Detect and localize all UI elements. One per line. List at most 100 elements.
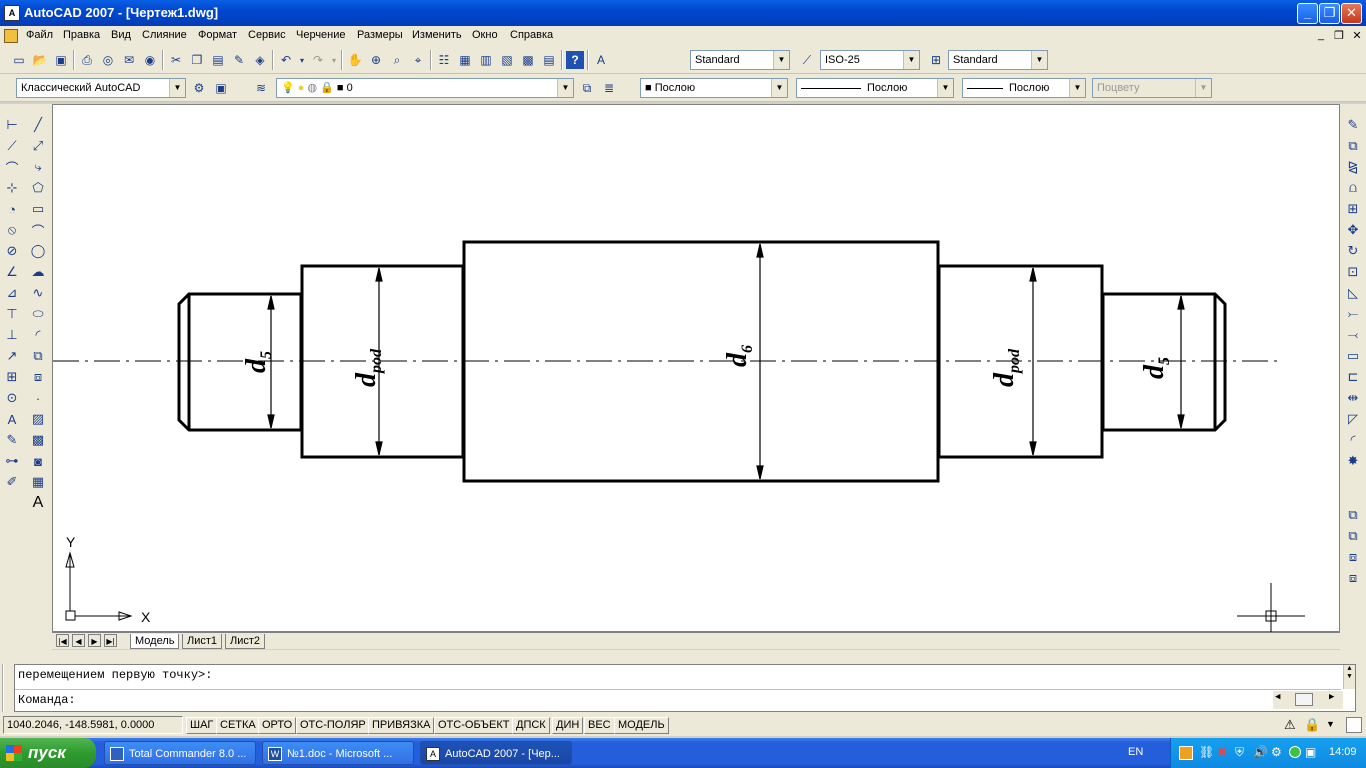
circle-icon[interactable]: ◯ [28, 241, 48, 261]
dim-text-edit-icon[interactable]: ✎ [2, 430, 22, 450]
fillet-icon[interactable]: ◜ [1343, 430, 1363, 450]
scale-icon[interactable]: ⊡ [1343, 262, 1363, 282]
scroll-left-icon[interactable]: ◀ [1275, 692, 1280, 702]
polygon-icon[interactable]: ⬠ [28, 178, 48, 198]
quick-leader-icon[interactable]: ↗ [2, 346, 22, 366]
prev-tab-icon[interactable]: ◀ [72, 634, 85, 647]
maximize-button[interactable]: ❐ [1319, 3, 1340, 24]
undo-dropdown-icon[interactable]: ▾ [298, 51, 306, 69]
array-icon[interactable]: ⊞ [1343, 199, 1363, 219]
continue-dim-icon[interactable]: ⊥ [2, 325, 22, 345]
table-style-select[interactable]: Standard ▼ [948, 50, 1048, 70]
zoom-window-icon[interactable]: ⌕ [388, 51, 406, 69]
gradient-icon[interactable]: ▩ [28, 430, 48, 450]
model-toggle[interactable]: МОДЕЛЬ [614, 717, 669, 734]
tab-model[interactable]: Модель [130, 634, 180, 649]
status-green-icon[interactable] [1289, 746, 1301, 758]
bring-above-icon[interactable]: ⧈ [1343, 547, 1363, 567]
make-block-icon[interactable]: ⧈ [28, 367, 48, 387]
menu-window[interactable]: Окно [472, 29, 498, 41]
make-current-layer-icon[interactable]: ⧉ [578, 79, 596, 97]
layer-select[interactable]: 💡 ● ◍ 🔒 ■ 0 ▼ [276, 78, 574, 98]
dyn-toggle[interactable]: ДИН [552, 717, 584, 734]
minimize-button[interactable]: _ [1297, 3, 1318, 24]
antivirus-icon[interactable]: ⛨ [1235, 745, 1244, 760]
dim-edit-icon[interactable]: A [2, 409, 22, 429]
save-icon[interactable]: ▣ [52, 51, 70, 69]
task-autocad[interactable]: A AutoCAD 2007 - [Чер... [420, 741, 572, 765]
sheet-set-icon[interactable]: ▧ [498, 51, 516, 69]
menu-edit[interactable]: Правка [63, 29, 100, 41]
radius-dim-icon[interactable]: ◔ [2, 199, 22, 219]
dim-style-tool-icon[interactable]: ✐ [2, 472, 22, 492]
copy-object-icon[interactable]: ⧉ [1343, 136, 1363, 156]
plot-icon[interactable]: ⎙ [78, 51, 96, 69]
layer-properties-icon[interactable]: ≋ [252, 79, 270, 97]
color-select[interactable]: ■ Послою ▼ [640, 78, 788, 98]
next-tab-icon[interactable]: ▶ [88, 634, 101, 647]
tab-layout1[interactable]: Лист1 [182, 634, 223, 649]
trim-icon[interactable]: ⤚ [1343, 304, 1363, 324]
last-tab-icon[interactable]: ▶| [104, 634, 117, 647]
jogged-dim-icon[interactable]: ⦸ [2, 220, 22, 240]
text-style-icon[interactable]: A [592, 51, 610, 69]
join-icon[interactable]: ⇹ [1343, 388, 1363, 408]
lwt-toggle[interactable]: ВЕС [584, 717, 615, 734]
insert-block-icon[interactable]: ⧉ [28, 346, 48, 366]
menu-format[interactable]: Формат [198, 29, 237, 41]
open-icon[interactable]: 📂 [31, 51, 49, 69]
ortho-toggle[interactable]: ОРТО [258, 717, 297, 734]
redo-icon[interactable]: ↷ [309, 51, 327, 69]
help-icon[interactable]: ? [566, 51, 584, 69]
arc-icon[interactable]: ⌒ [28, 220, 48, 240]
linear-dim-icon[interactable]: ⊢ [2, 115, 22, 135]
command-scrollbar[interactable]: ▲ ▼ [1343, 665, 1355, 689]
otrack-toggle[interactable]: ОТС-ОБЪЕКТ [434, 717, 514, 734]
tolerance-icon[interactable]: ⊞ [2, 367, 22, 387]
spline-icon[interactable]: ∿ [28, 283, 48, 303]
3d-dwf-icon[interactable]: ◉ [141, 51, 159, 69]
task-total-commander[interactable]: Total Commander 8.0 ... [104, 741, 256, 765]
cut-icon[interactable]: ✂ [167, 51, 185, 69]
revision-cloud-icon[interactable]: ☁ [28, 262, 48, 282]
center-mark-icon[interactable]: ⊙ [2, 388, 22, 408]
language-indicator[interactable]: EN [1128, 746, 1143, 758]
comm-center-icon[interactable]: ⚠ [1284, 717, 1296, 733]
snap-toggle[interactable]: ШАГ [186, 717, 218, 734]
doc-close-button[interactable]: ✕ [1350, 29, 1364, 42]
command-window[interactable]: перемещением первую точку>: Команда: ▲ ▼ … [14, 664, 1356, 712]
dim-update-icon[interactable]: ⊶ [2, 451, 22, 471]
command-grip[interactable] [2, 664, 10, 712]
volume-icon[interactable]: 🔊 [1253, 745, 1268, 759]
lineweight-select[interactable]: Послою ▼ [962, 78, 1086, 98]
chamfer-icon[interactable]: ◸ [1343, 409, 1363, 429]
tool-palettes-icon[interactable]: ▥ [477, 51, 495, 69]
ordinate-dim-icon[interactable]: ⊹ [2, 178, 22, 198]
line-icon[interactable]: ╱ [28, 115, 48, 135]
workspace-settings-icon[interactable]: ⚙ [190, 79, 208, 97]
layer-previous-icon[interactable]: ≣ [600, 79, 618, 97]
publish-icon[interactable]: ✉ [120, 51, 138, 69]
menu-merge[interactable]: Слияние [142, 29, 187, 41]
network-disconnected-icon[interactable]: ✖ [1217, 745, 1227, 759]
move-icon[interactable]: ✥ [1343, 220, 1363, 240]
polyline-icon[interactable]: ⤷ [28, 157, 48, 177]
dim-style-select[interactable]: ISO-25 ▼ [820, 50, 920, 70]
angular-dim-icon[interactable]: ∠ [2, 262, 22, 282]
rotate-icon[interactable]: ↻ [1343, 241, 1363, 261]
linetype-select[interactable]: Послою ▼ [796, 78, 954, 98]
undo-icon[interactable]: ↶ [277, 51, 295, 69]
preview-icon[interactable]: ◎ [99, 51, 117, 69]
extend-icon[interactable]: ⤙ [1343, 325, 1363, 345]
baseline-dim-icon[interactable]: ⊤ [2, 304, 22, 324]
dim-style-icon[interactable]: ⟋ [798, 51, 816, 69]
table-style-icon[interactable]: ⊞ [927, 51, 945, 69]
doc-restore-button[interactable]: ❐ [1332, 29, 1346, 42]
design-center-icon[interactable]: ▦ [456, 51, 474, 69]
workspace-save-icon[interactable]: ▣ [212, 79, 230, 97]
new-icon[interactable]: ▭ [10, 51, 28, 69]
menu-file[interactable]: Файл [26, 29, 53, 41]
table-icon[interactable]: ▦ [28, 472, 48, 492]
explode-icon[interactable]: ✸ [1343, 451, 1363, 471]
drawing-canvas[interactable]: d5 dpod d6 dpod d5 Y X [52, 104, 1340, 633]
